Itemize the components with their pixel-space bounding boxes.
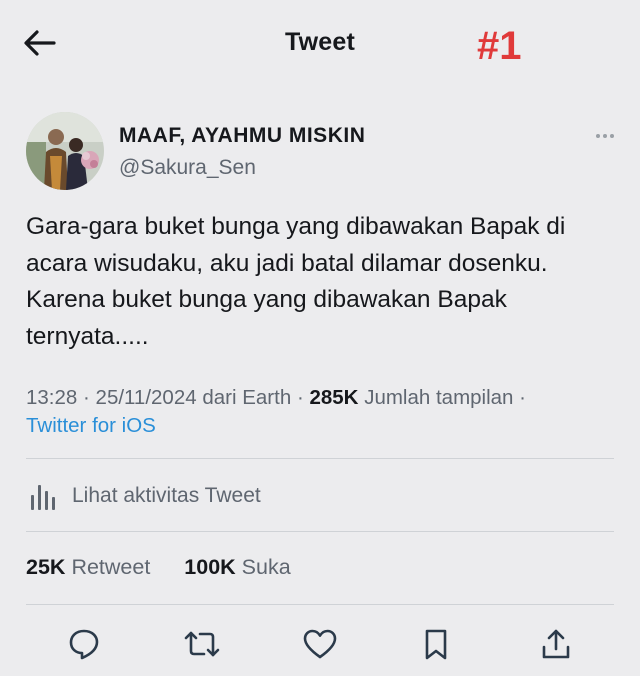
- author-display-name[interactable]: MAAF, AYAHMU MISKIN: [119, 124, 365, 148]
- tweet-text: Gara-gara buket bunga yang dibawakan Bap…: [26, 209, 626, 355]
- author-handle[interactable]: @Sakura_Sen: [119, 156, 256, 180]
- views-count: 285K: [309, 386, 359, 409]
- action-bar: [0, 622, 640, 668]
- tweet-meta: 13:28 · 25/11/2024 dari Earth · 285K Jum…: [26, 384, 626, 440]
- avatar[interactable]: [26, 112, 104, 190]
- tweet-date: 25/11/2024: [95, 386, 197, 409]
- retweets-label: Retweet: [71, 555, 151, 579]
- activity-label: Lihat aktivitas Tweet: [72, 484, 261, 507]
- tweet-stats: 25K Retweet 100K Suka: [26, 555, 291, 580]
- heart-icon: [303, 629, 337, 659]
- reply-bubble-icon: [69, 629, 99, 660]
- likes-label: Suka: [241, 555, 291, 579]
- retweet-icon: [184, 631, 220, 657]
- rank-tag: #1: [477, 24, 522, 68]
- share-button[interactable]: [534, 622, 578, 666]
- top-bar: Tweet #1: [0, 0, 640, 90]
- likes-stat[interactable]: 100K Suka: [184, 555, 290, 579]
- bar-chart-icon: [31, 485, 55, 510]
- reply-button[interactable]: [62, 622, 106, 666]
- tweet-line: Karena buket bunga yang dibawakan Bapak: [26, 286, 507, 313]
- tweet-time: 13:28: [26, 386, 78, 409]
- meta-separator: ·: [83, 386, 96, 409]
- bookmark-icon: [425, 629, 447, 660]
- more-dot: [596, 134, 600, 138]
- more-dot: [603, 134, 607, 138]
- views-label: Jumlah tampilan: [364, 386, 514, 409]
- retweet-button[interactable]: [180, 622, 224, 666]
- divider: [26, 458, 614, 459]
- more-options-button[interactable]: [590, 126, 620, 146]
- divider: [26, 604, 614, 605]
- retweets-stat[interactable]: 25K Retweet: [26, 555, 156, 579]
- meta-separator: ·: [296, 386, 310, 409]
- like-button[interactable]: [298, 622, 342, 666]
- share-icon: [542, 629, 570, 659]
- bookmark-button[interactable]: [414, 622, 458, 666]
- likes-count: 100K: [184, 555, 236, 579]
- more-dot: [610, 134, 614, 138]
- retweets-count: 25K: [26, 555, 66, 579]
- divider: [26, 531, 614, 532]
- tweet-line: ternyata.....: [26, 322, 149, 350]
- tweet-line: Gara-gara buket bunga yang dibawakan Bap…: [26, 213, 566, 240]
- source-link[interactable]: Twitter for iOS: [26, 414, 156, 437]
- tweet-location: dari Earth: [202, 386, 292, 409]
- meta-separator: ·: [519, 386, 526, 409]
- view-activity-button[interactable]: Lihat aktivitas Tweet: [26, 478, 426, 514]
- page-title: Tweet: [285, 28, 355, 56]
- avatar-photo-icon: [26, 112, 104, 190]
- tweet-line: acara wisudaku, aku jadi batal dilamar d…: [26, 249, 548, 277]
